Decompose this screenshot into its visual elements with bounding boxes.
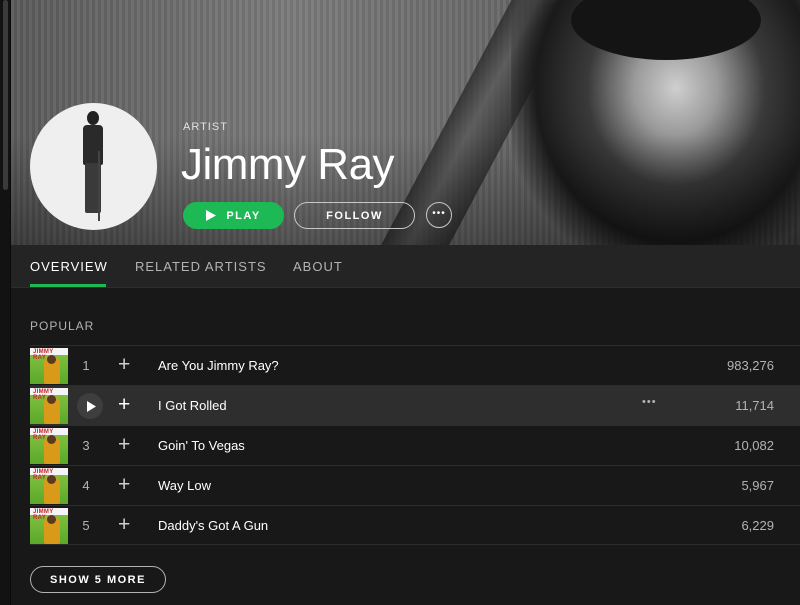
track-title: I Got Rolled <box>158 398 227 413</box>
track-play-count: 5,967 <box>741 478 774 493</box>
popular-heading: POPULAR <box>30 319 95 333</box>
track-number: 3 <box>82 438 90 453</box>
album-cover: JIMMY RAY <box>30 468 68 504</box>
track-play-count: 11,714 <box>735 398 774 413</box>
play-triangle-icon <box>86 400 96 412</box>
track-title: Daddy's Got A Gun <box>158 518 269 533</box>
artist-type-label: ARTIST <box>183 121 228 133</box>
show-more-button[interactable]: SHOW 5 MORE <box>30 566 166 593</box>
album-cover-face <box>47 515 56 524</box>
plus-icon[interactable]: + <box>118 514 130 536</box>
track-row[interactable]: JIMMY RAY 5 + Daddy's Got A Gun 6,229 <box>30 505 800 545</box>
track-title: Are You Jimmy Ray? <box>158 358 279 373</box>
track-play-count: 983,276 <box>727 358 774 373</box>
avatar-figure <box>78 111 108 221</box>
track-row[interactable]: JIMMY RAY 3 + Goin' To Vegas 10,082 <box>30 425 800 465</box>
album-cover-face <box>47 355 56 364</box>
tab-overview[interactable]: OVERVIEW <box>30 259 108 274</box>
tab-about[interactable]: ABOUT <box>293 259 343 274</box>
plus-icon[interactable]: + <box>118 394 130 416</box>
track-title: Way Low <box>158 478 211 493</box>
active-tab-indicator <box>30 284 106 287</box>
track-play-count: 10,082 <box>734 438 774 453</box>
artist-header: ARTIST Jimmy Ray PLAY FOLLOW ••• <box>11 0 800 245</box>
avatar-body <box>83 125 103 165</box>
track-row[interactable]: JIMMY RAY 1 + Are You Jimmy Ray? 983,276 <box>30 345 800 385</box>
track-number: 5 <box>82 518 90 533</box>
album-cover: JIMMY RAY <box>30 388 68 424</box>
track-row[interactable]: JIMMY RAY 4 + Way Low 5,967 <box>30 465 800 505</box>
more-options-button[interactable]: ••• <box>426 202 452 228</box>
track-play-count: 6,229 <box>741 518 774 533</box>
album-cover: JIMMY RAY <box>30 508 68 544</box>
track-number: 4 <box>82 478 90 493</box>
follow-button[interactable]: FOLLOW <box>294 202 415 229</box>
plus-icon[interactable]: + <box>118 354 130 376</box>
track-row[interactable]: JIMMY RAY + I Got Rolled ••• 11,714 <box>30 385 800 425</box>
popular-track-list: JIMMY RAY 1 + Are You Jimmy Ray? 983,276… <box>30 345 800 545</box>
play-button[interactable]: PLAY <box>183 202 284 229</box>
plus-icon[interactable]: + <box>118 434 130 456</box>
avatar-head <box>87 111 99 125</box>
album-cover: JIMMY RAY <box>30 348 68 384</box>
tab-related-artists[interactable]: RELATED ARTISTS <box>135 259 267 274</box>
album-cover-face <box>47 475 56 484</box>
ellipsis-icon: ••• <box>432 207 446 219</box>
play-button-label: PLAY <box>226 209 261 222</box>
artist-name: Jimmy Ray <box>181 140 395 189</box>
artist-avatar <box>30 103 157 230</box>
left-scrollbar[interactable] <box>0 0 11 605</box>
ellipsis-icon[interactable]: ••• <box>642 396 657 408</box>
album-cover-face <box>47 395 56 404</box>
album-cover-face <box>47 435 56 444</box>
track-play-button[interactable] <box>77 393 103 419</box>
plus-icon[interactable]: + <box>118 474 130 496</box>
track-title: Goin' To Vegas <box>158 438 245 453</box>
track-number: 1 <box>82 358 90 373</box>
avatar-mic-stand <box>98 151 100 221</box>
album-cover: JIMMY RAY <box>30 428 68 464</box>
play-triangle-icon <box>206 210 217 221</box>
follow-button-label: FOLLOW <box>326 209 383 222</box>
scrollbar-thumb[interactable] <box>3 0 8 190</box>
show-more-label: SHOW 5 MORE <box>50 573 146 586</box>
tab-bar: OVERVIEW RELATED ARTISTS ABOUT <box>11 245 800 288</box>
